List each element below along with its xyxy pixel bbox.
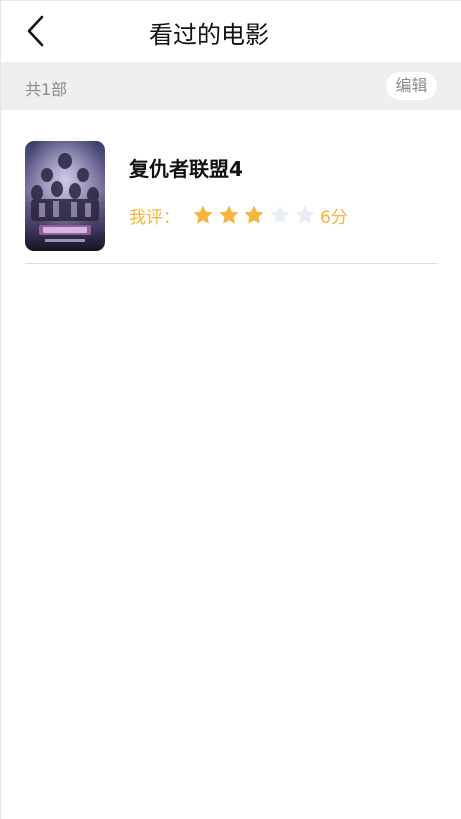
star-empty-icon — [295, 205, 315, 224]
star-filled-icon — [219, 205, 239, 224]
movie-count: 共1部 — [25, 80, 68, 99]
rating-label: 我评： — [129, 207, 180, 228]
star-filled-icon — [244, 205, 264, 224]
page-title: 看过的电影 — [149, 21, 269, 49]
movie-poster[interactable] — [25, 141, 105, 251]
movie-list-item[interactable]: 复仇者联盟4 我评： 6分 — [25, 141, 437, 264]
header: 看过的电影 — [1, 0, 461, 62]
movie-title: 复仇者联盟4 — [129, 157, 243, 181]
edit-button[interactable]: 编辑 — [386, 72, 437, 100]
summary-bar: 共1部 编辑 — [1, 62, 461, 110]
rating-score: 6分 — [319, 207, 348, 228]
rating-row: 我评： 6分 — [129, 203, 348, 228]
star-rating — [192, 204, 320, 226]
star-filled-icon — [193, 205, 213, 224]
star-empty-icon — [270, 205, 290, 224]
